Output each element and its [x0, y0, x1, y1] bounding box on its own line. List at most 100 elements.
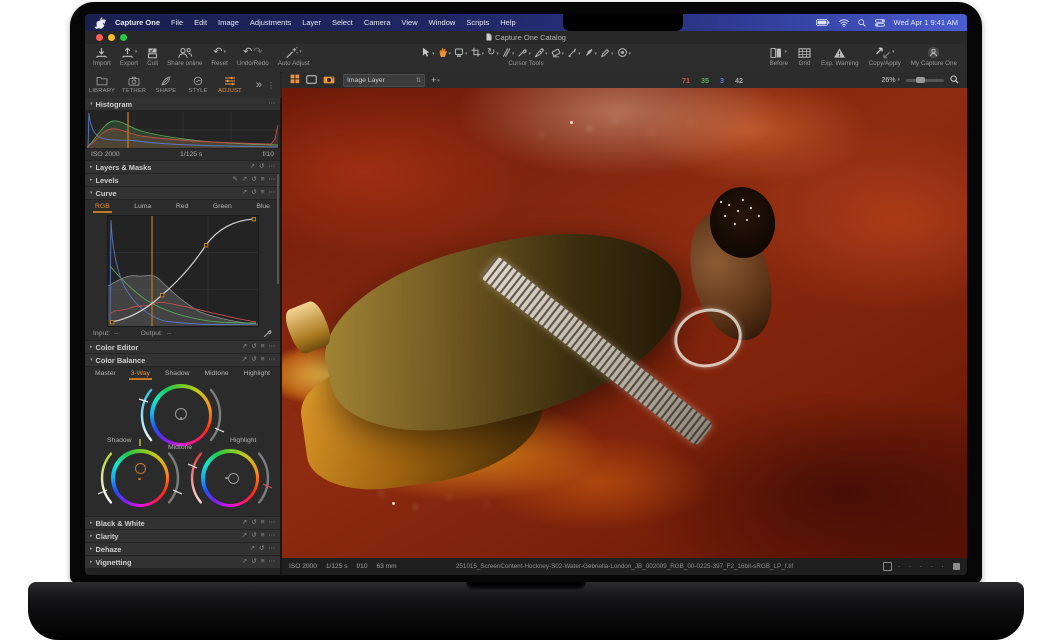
add-layer-button[interactable]: +▾: [431, 75, 440, 85]
tab-tether[interactable]: TETHER: [119, 76, 149, 94]
apple-menu-icon[interactable]: [96, 17, 105, 28]
reset-icon[interactable]: ↺: [251, 341, 256, 353]
panel-header-black-white[interactable]: ▸ Black & White ↗ ↺ ≡ ⋯: [85, 517, 280, 529]
undo-icon[interactable]: ↶: [243, 47, 252, 58]
menu-clock[interactable]: Wed Apr 1 9:41 AM: [894, 18, 958, 27]
reset-icon[interactable]: ↺: [259, 161, 264, 173]
live-view-camera-icon[interactable]: [323, 71, 335, 89]
crop-tool[interactable]: ▾: [471, 47, 485, 58]
control-center-icon[interactable]: [875, 19, 885, 27]
reset-icon[interactable]: ↺: [251, 187, 256, 199]
more-icon[interactable]: ⋯: [269, 517, 276, 529]
linear-gradient-mask-tool[interactable]: ▾: [567, 47, 581, 58]
panel-header-histogram[interactable]: ▾ Histogram ⋯: [85, 98, 280, 110]
sidebar-scrollbar[interactable]: [277, 174, 279, 284]
copy-adjustments-icon[interactable]: ↗: [250, 161, 255, 173]
menu-layer[interactable]: Layer: [302, 18, 321, 27]
panel-header-color-balance[interactable]: ▾ Color Balance ↗ ↺ ≡ ⋯: [85, 354, 280, 366]
panel-header-curve[interactable]: ▾ Curve ↗ ↺ ≡ ⋯: [85, 187, 280, 199]
tab-adjust[interactable]: ADJUST: [215, 76, 245, 94]
menu-view[interactable]: View: [402, 18, 418, 27]
copy-adjustments-icon[interactable]: ↗: [242, 341, 247, 353]
single-view-icon[interactable]: [306, 71, 317, 89]
panel-header-dehaze[interactable]: ▸ Dehaze ↗ ↺ ⋯: [85, 543, 280, 555]
menu-window[interactable]: Window: [429, 18, 456, 27]
panel-header-layers-masks[interactable]: ▸ Layers & Masks ↗ ↺ ⋯: [85, 161, 280, 173]
more-icon[interactable]: ⋯: [269, 174, 276, 186]
cull-button[interactable]: Cull: [147, 46, 158, 67]
cb-tab-3way[interactable]: 3-Way: [131, 368, 150, 379]
battery-icon[interactable]: [816, 19, 830, 26]
copy-adjustments-icon[interactable]: ↗: [250, 543, 255, 555]
copy-adjustments-icon[interactable]: ↗: [242, 354, 247, 366]
pen-icon[interactable]: ✎: [232, 174, 237, 186]
auto-adjust-button[interactable]: ▾ Auto Adjust: [278, 46, 310, 67]
menu-icon[interactable]: ≡: [261, 517, 265, 529]
copy-adjustments-icon[interactable]: ↗: [242, 174, 247, 186]
panel-header-clarity[interactable]: ▸ Clarity ↗ ↺ ≡ ⋯: [85, 530, 280, 542]
midtone-color-wheel[interactable]: [150, 384, 212, 446]
erase-mask-tool[interactable]: ▾: [550, 47, 564, 58]
magnifier-icon[interactable]: [950, 71, 959, 89]
rating-dots[interactable]: · · · · ·: [898, 562, 947, 571]
copy-apply-button[interactable]: ▾ Copy/Apply: [869, 46, 901, 67]
heal-clone-tool[interactable]: ▾: [600, 47, 614, 58]
share-online-button[interactable]: Share online: [167, 46, 202, 67]
curve-tab-red[interactable]: Red: [176, 201, 188, 212]
shadow-color-wheel[interactable]: [111, 449, 169, 507]
menu-icon[interactable]: ≡: [261, 556, 265, 568]
copy-adjustments-icon[interactable]: ↗: [242, 517, 247, 529]
reset-icon[interactable]: ↺: [251, 517, 256, 529]
reset-button[interactable]: ↶▾ Reset: [211, 46, 227, 67]
curve-tab-rgb[interactable]: RGB: [95, 201, 110, 212]
proof-margin-icon[interactable]: [883, 562, 892, 571]
more-icon[interactable]: ⋯: [269, 354, 276, 366]
more-icon[interactable]: ⋯: [269, 341, 276, 353]
loupe-tool[interactable]: ▾: [454, 47, 468, 58]
panel-header-color-editor[interactable]: ▸ Color Editor ↗ ↺ ≡ ⋯: [85, 341, 280, 353]
straighten-tool[interactable]: ▾: [502, 47, 515, 58]
zoom-slider-knob[interactable]: [916, 77, 925, 83]
cb-tab-midtone[interactable]: Midtone: [204, 368, 228, 379]
menu-icon[interactable]: ≡: [261, 187, 265, 199]
wifi-icon[interactable]: [839, 19, 849, 27]
more-icon[interactable]: ⋯: [269, 530, 276, 542]
menu-icon[interactable]: ≡: [261, 174, 265, 186]
curve-picker-icon[interactable]: [263, 328, 272, 340]
zoom-level-dropdown[interactable]: 26%▾: [881, 77, 900, 84]
reset-icon[interactable]: ↺: [251, 556, 256, 568]
cb-tab-shadow[interactable]: Shadow: [165, 368, 190, 379]
tab-library[interactable]: LIBRARY: [87, 76, 117, 94]
more-icon[interactable]: ⋯: [269, 98, 276, 110]
menu-camera[interactable]: Camera: [364, 18, 391, 27]
more-icon[interactable]: ⋯: [269, 556, 276, 568]
panel-header-vignetting[interactable]: ▸ Vignetting ↗ ↺ ≡ ⋯: [85, 556, 280, 568]
reset-icon[interactable]: ↺: [251, 530, 256, 542]
menu-edit[interactable]: Edit: [194, 18, 207, 27]
zoom-slider[interactable]: [906, 79, 944, 82]
menu-icon[interactable]: ≡: [261, 341, 265, 353]
search-icon[interactable]: [858, 19, 866, 27]
menu-icon[interactable]: ≡: [261, 354, 265, 366]
tab-style[interactable]: STYLE: [183, 76, 213, 94]
curve-tab-blue[interactable]: Blue: [256, 201, 270, 212]
layer-select[interactable]: Image Layer ⇅: [343, 74, 425, 87]
rotate-tool[interactable]: ↻▾: [487, 48, 499, 58]
shadow-indicator[interactable]: [135, 463, 146, 474]
more-icon[interactable]: ⋯: [269, 161, 276, 173]
menu-scripts[interactable]: Scripts: [466, 18, 489, 27]
reset-icon[interactable]: ↺: [259, 543, 264, 555]
spot-removal-tool[interactable]: ▾: [617, 47, 632, 58]
redo-icon[interactable]: ↷: [253, 47, 262, 58]
curve-tab-luma[interactable]: Luma: [134, 201, 151, 212]
highlight-color-wheel[interactable]: [201, 449, 259, 507]
my-capture-one-button[interactable]: My Capture One: [911, 46, 957, 67]
menu-icon[interactable]: ≡: [261, 530, 265, 542]
select-cursor-tool[interactable]: ▾: [421, 47, 435, 58]
highlight-indicator[interactable]: [228, 473, 239, 484]
import-button[interactable]: Import: [93, 46, 111, 67]
cb-tab-master[interactable]: Master: [95, 368, 116, 379]
copy-adjustments-icon[interactable]: ↗: [242, 556, 247, 568]
menu-select[interactable]: Select: [332, 18, 353, 27]
exposure-warning-button[interactable]: Exp. Warning: [821, 46, 859, 67]
